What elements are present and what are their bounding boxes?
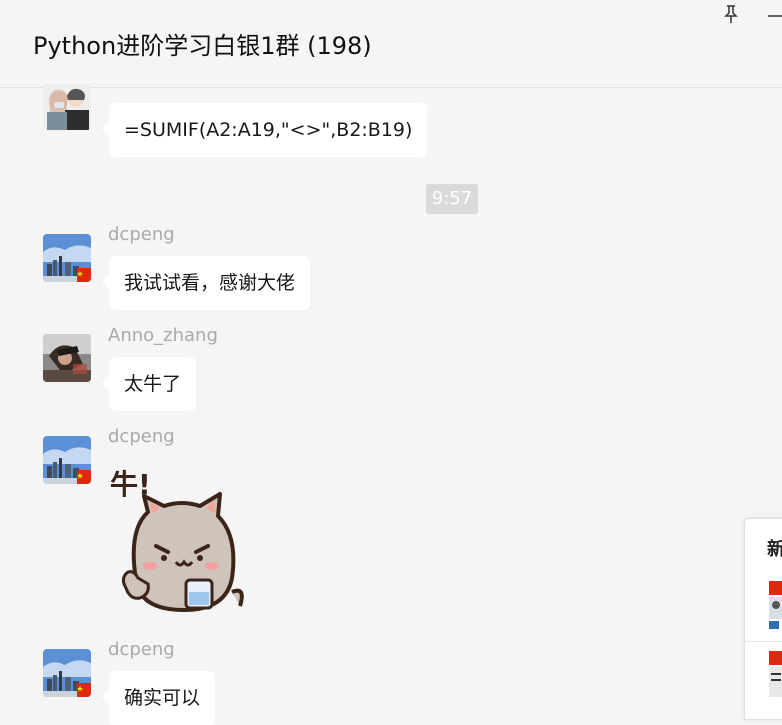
cat-thumbs-up-sticker[interactable]: 牛! — [108, 460, 248, 612]
avatar-person-photo[interactable] — [43, 334, 91, 382]
chat-title: Python进阶学习白银1群 (198) — [33, 32, 372, 60]
panel-thumbnail[interactable] — [769, 581, 782, 629]
sender-name: dcpeng — [108, 426, 175, 447]
avatar-couple[interactable] — [43, 84, 91, 130]
avatar-city-skyline[interactable] — [43, 649, 91, 697]
message-bubble[interactable]: 确实可以 — [101, 671, 216, 725]
panel-thumbnail[interactable] — [769, 651, 782, 699]
panel-divider — [745, 641, 782, 642]
sender-name: dcpeng — [108, 639, 175, 660]
panel-title: 新 — [767, 539, 782, 560]
minimize-icon[interactable] — [766, 4, 782, 24]
pin-icon[interactable] — [722, 4, 740, 24]
avatar-city-skyline[interactable] — [43, 436, 91, 484]
message-bubble[interactable]: 我试试看，感谢大佬 — [101, 256, 311, 310]
sender-name: dcpeng — [108, 224, 175, 245]
sender-name: Anno_zhang — [108, 325, 218, 346]
message-bubble[interactable]: =SUMIF(A2:A19,"<>",B2:B19) — [101, 103, 428, 157]
timestamp-badge: 9:57 — [426, 184, 478, 214]
chat-header: Python进阶学习白银1群 (198) — [0, 0, 782, 88]
message-bubble[interactable]: 太牛了 — [101, 357, 197, 411]
avatar-city-skyline[interactable] — [43, 234, 91, 282]
new-messages-panel[interactable]: 新 — [744, 518, 782, 720]
